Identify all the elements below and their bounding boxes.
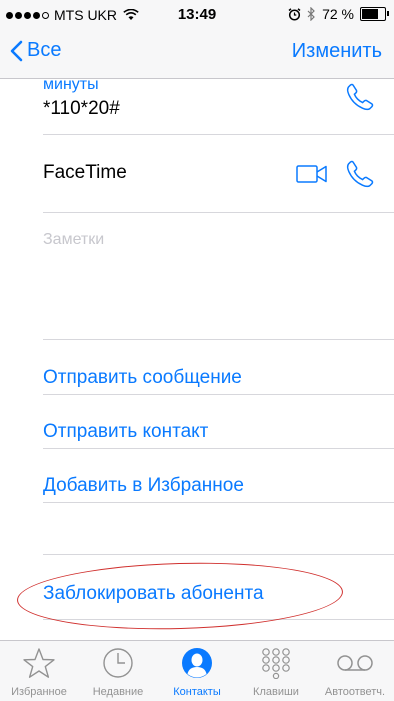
contact-detail-list: минуты *110*20# FaceTime Заметки Отправи… <box>0 79 394 639</box>
add-to-favorites-button[interactable]: Добавить в Избранное <box>43 475 394 497</box>
row-divider <box>43 134 394 135</box>
block-caller-button[interactable]: Заблокировать абонента <box>43 583 394 605</box>
tab-bar: Избранное Недавние Контакты Клавиши Авто… <box>0 640 394 701</box>
tab-keypad-label: Клавиши <box>253 686 299 698</box>
keypad-icon <box>262 648 290 679</box>
row-divider <box>43 394 394 395</box>
clock-icon <box>103 648 133 678</box>
chevron-left-icon <box>10 40 23 61</box>
bluetooth-icon <box>307 7 315 21</box>
star-icon <box>23 648 55 678</box>
facetime-video-icon[interactable] <box>296 164 328 184</box>
edit-button[interactable]: Изменить <box>292 40 382 63</box>
tab-keypad[interactable]: Клавиши <box>237 641 315 701</box>
tab-contacts[interactable]: Контакты <box>158 641 236 701</box>
back-button-label: Все <box>27 39 62 61</box>
tab-voicemail[interactable]: Автоответч. <box>316 641 394 701</box>
tab-voicemail-label: Автоответч. <box>324 686 386 698</box>
send-message-button[interactable]: Отправить сообщение <box>43 367 394 389</box>
facetime-audio-icon[interactable] <box>345 159 375 189</box>
status-bar: MTS UKR 13:49 72 % <box>0 0 394 30</box>
call-phone-icon[interactable] <box>345 82 375 112</box>
row-divider <box>43 502 394 503</box>
battery-icon <box>360 7 389 21</box>
row-divider <box>43 554 394 555</box>
notes-placeholder[interactable]: Заметки <box>43 231 394 249</box>
navigation-bar: Все Изменить <box>0 30 394 79</box>
tab-favorites[interactable]: Избранное <box>0 641 78 701</box>
contacts-icon <box>182 648 212 678</box>
row-divider <box>43 339 394 340</box>
status-right: 72 % <box>288 6 389 22</box>
tab-contacts-label: Контакты <box>173 686 221 698</box>
share-contact-button[interactable]: Отправить контакт <box>43 421 394 443</box>
back-button[interactable]: Все <box>10 39 61 62</box>
voicemail-icon <box>337 655 373 671</box>
row-divider <box>43 212 394 213</box>
minutes-value[interactable]: *110*20# <box>43 98 394 120</box>
row-divider <box>43 448 394 449</box>
row-divider <box>43 619 394 620</box>
tab-recents[interactable]: Недавние <box>79 641 157 701</box>
tab-favorites-label: Избранное <box>11 686 67 698</box>
minutes-label: минуты <box>43 79 99 93</box>
facetime-label[interactable]: FaceTime <box>43 162 394 184</box>
battery-percentage: 72 % <box>322 6 354 22</box>
tab-recents-label: Недавние <box>92 686 144 698</box>
alarm-clock-icon <box>288 7 301 21</box>
